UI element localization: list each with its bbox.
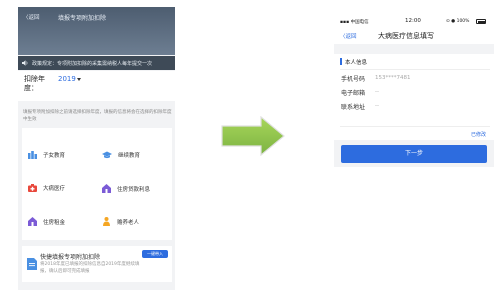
house-loan-icon bbox=[102, 184, 111, 193]
quick-fill-card[interactable]: 快捷填报专项附加扣除 一键带入 将2018年度已填报的扣除信息自2019年度继续… bbox=[22, 246, 172, 282]
section-accent-bar bbox=[340, 58, 342, 65]
email-value: -- bbox=[375, 88, 379, 95]
section-title: 本人信息 bbox=[345, 60, 368, 66]
document-edit-icon bbox=[27, 258, 37, 270]
deduction-year-row: 扣除年度： 2019 bbox=[18, 71, 175, 101]
phone-value: 153****7481 bbox=[375, 74, 411, 81]
carrier-text: 中国电信 bbox=[350, 20, 369, 25]
address-value: -- bbox=[375, 102, 379, 109]
battery-icon bbox=[476, 19, 486, 24]
personal-info-section: 本人信息 手机号码 153****7481 电子邮箱 -- 联系地址 -- 已修… bbox=[334, 54, 494, 140]
one-click-import-button[interactable]: 一键带入 bbox=[142, 250, 168, 258]
alarm-icon: ⊙ ● bbox=[446, 19, 456, 24]
signal-icon: ▪▪▪ bbox=[340, 20, 350, 25]
category-house-loan[interactable]: 住房贷款利息 bbox=[102, 184, 150, 193]
carrier-label: ▪▪▪ 中国电信 bbox=[340, 19, 369, 25]
year-hint-text: 填报专项附加扣除之前请选择扣除年度，填报的信息将会在选择的扣除年度中生效 bbox=[23, 110, 172, 122]
category-label: 继续教育 bbox=[118, 153, 141, 159]
right-top-bar: ▪▪▪ 中国电信 12:00 ⊙ ● 100% 〈返回 大病医疗信息填写 bbox=[334, 15, 494, 44]
category-medical[interactable]: 大病医疗 bbox=[28, 184, 65, 192]
quick-fill-description: 将2018年度已填报的扣除信息自2019年度继续填报，确认后即可完成填报 bbox=[40, 262, 140, 274]
category-children-education[interactable]: 子女教育 bbox=[28, 151, 65, 159]
house-rent-icon bbox=[28, 217, 37, 226]
edit-link[interactable]: 已修改 bbox=[471, 131, 486, 138]
deduction-year-label: 扣除年度： bbox=[24, 75, 45, 92]
policy-notice-text: 政策规定：专项附加扣除的采集需纳税人每年提交一次 bbox=[32, 60, 153, 67]
next-step-button[interactable]: 下一步 bbox=[341, 145, 487, 163]
right-screen: ▪▪▪ 中国电信 12:00 ⊙ ● 100% 〈返回 大病医疗信息填写 本人信… bbox=[334, 15, 494, 291]
category-elderly-support[interactable]: 赡养老人 bbox=[102, 217, 139, 226]
deduction-year-select[interactable]: 2019 bbox=[58, 75, 76, 83]
left-header: 〈返回 填报专项附加扣除 bbox=[18, 7, 175, 55]
blank-area bbox=[334, 167, 494, 291]
category-label: 大病医疗 bbox=[43, 186, 66, 192]
battery-percent: ⊙ ● 100% bbox=[446, 19, 469, 24]
medical-icon bbox=[28, 184, 37, 192]
quick-fill-title: 快捷填报专项附加扣除 bbox=[40, 254, 101, 261]
continuing-education-icon bbox=[102, 151, 112, 159]
category-label: 子女教育 bbox=[43, 153, 66, 159]
arrow-right-icon bbox=[221, 116, 285, 156]
category-label: 住房贷款利息 bbox=[117, 186, 151, 193]
deduction-category-grid: 子女教育 继续教育 大病医疗 住房贷款利息 住房租金 赡养老人 bbox=[22, 128, 172, 240]
category-house-rent[interactable]: 住房租金 bbox=[28, 217, 65, 226]
left-page-title: 填报专项附加扣除 bbox=[58, 15, 107, 22]
elderly-support-icon bbox=[103, 217, 110, 226]
right-page-title: 大病医疗信息填写 bbox=[378, 32, 434, 40]
policy-notice-bar: 政策规定：专项附加扣除的采集需纳税人每年提交一次 bbox=[18, 56, 175, 70]
category-label: 住房租金 bbox=[43, 219, 66, 226]
right-back-button[interactable]: 〈返回 bbox=[340, 32, 357, 40]
battery-percent-text: 100% bbox=[456, 19, 470, 24]
category-label: 赡养老人 bbox=[117, 219, 140, 226]
status-time: 12:00 bbox=[405, 18, 421, 24]
children-education-icon bbox=[28, 151, 37, 159]
divider bbox=[340, 126, 490, 127]
category-continuing-education[interactable]: 继续教育 bbox=[102, 151, 140, 159]
address-label: 联系地址 bbox=[341, 104, 366, 111]
email-label: 电子邮箱 bbox=[341, 90, 366, 97]
chevron-down-icon[interactable] bbox=[77, 78, 81, 81]
divider bbox=[340, 69, 490, 70]
speaker-icon bbox=[22, 60, 28, 66]
phone-label: 手机号码 bbox=[341, 76, 366, 83]
left-screen: 〈返回 填报专项附加扣除 政策规定：专项附加扣除的采集需纳税人每年提交一次 扣除… bbox=[18, 7, 175, 290]
left-back-button[interactable]: 〈返回 bbox=[23, 13, 40, 21]
